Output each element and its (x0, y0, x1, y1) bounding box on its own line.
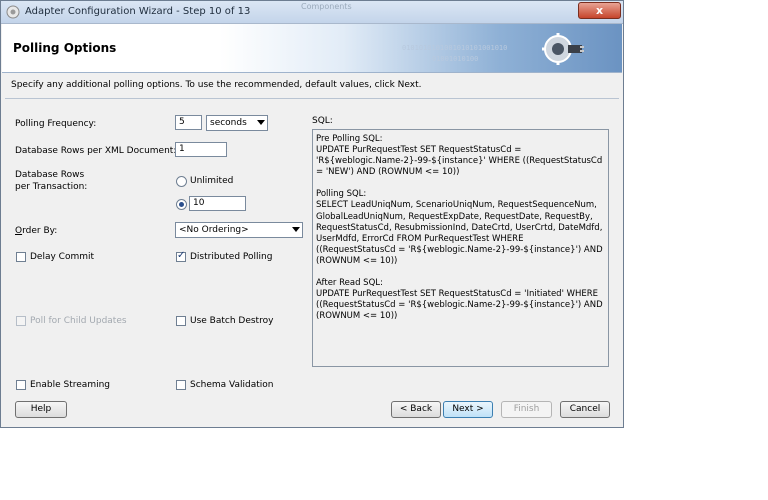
background-window-title: Components (301, 2, 352, 11)
polling-sql-body: SELECT LeadUniqNum, ScenarioUniqNum, Req… (316, 200, 603, 266)
pre-polling-sql-section: Pre Polling SQL: UPDATE PurRequestTest S… (316, 134, 605, 178)
after-read-sql-title: After Read SQL: (316, 278, 383, 289)
after-read-sql-body: UPDATE PurRequestTest SET RequestStatusC… (316, 289, 603, 322)
banner-binary-decoration-2: 01001010100 (432, 55, 479, 63)
gear-plug-icon (542, 33, 584, 65)
polling-frequency-label: Polling Frequency: (15, 119, 97, 129)
rows-per-transaction-input[interactable]: 10 (189, 196, 246, 211)
wizard-window: Adapter Configuration Wizard - Step 10 o… (0, 0, 624, 428)
rows-per-transaction-label-line2: per Transaction: (15, 182, 88, 192)
sql-label: SQL: (312, 116, 333, 126)
app-icon (6, 5, 20, 19)
polling-frequency-unit-value: seconds (210, 118, 247, 128)
instructions-text: Specify any additional polling options. … (11, 80, 422, 90)
use-batch-destroy-label[interactable]: Use Batch Destroy (190, 316, 273, 326)
pre-polling-sql-body: UPDATE PurRequestTest SET RequestStatusC… (316, 145, 603, 178)
chevron-down-icon (257, 120, 265, 125)
rows-per-xml-input[interactable]: 1 (175, 142, 227, 157)
polling-sql-section: Polling SQL: SELECT LeadUniqNum, Scenari… (316, 189, 605, 267)
polling-sql-title: Polling SQL: (316, 189, 367, 200)
header-banner: Polling Options 010101010100101010100101… (2, 24, 622, 73)
help-button[interactable]: Help (15, 401, 67, 418)
unlimited-radio-label[interactable]: Unlimited (190, 176, 233, 186)
title-bar[interactable]: Adapter Configuration Wizard - Step 10 o… (1, 1, 623, 24)
back-button[interactable]: < Back (391, 401, 441, 418)
unlimited-radio[interactable] (176, 176, 187, 187)
delay-commit-label[interactable]: Delay Commit (30, 252, 94, 262)
poll-child-updates-checkbox (16, 316, 26, 326)
distributed-polling-checkbox[interactable] (176, 250, 186, 262)
schema-validation-checkbox[interactable] (176, 380, 186, 390)
banner-binary-decoration: 0101010101001010101001010 (402, 44, 508, 52)
rows-value-radio[interactable] (176, 199, 187, 210)
after-read-sql-section: After Read SQL: UPDATE PurRequestTest SE… (316, 278, 605, 322)
sql-preview-textarea[interactable]: Pre Polling SQL: UPDATE PurRequestTest S… (312, 129, 609, 367)
next-button[interactable]: Next > (443, 401, 493, 418)
rows-per-xml-label: Database Rows per XML Document: (15, 146, 177, 156)
enable-streaming-label[interactable]: Enable Streaming (30, 380, 110, 390)
finish-button: Finish (501, 401, 552, 418)
distributed-polling-label[interactable]: Distributed Polling (190, 252, 272, 262)
chevron-down-icon (292, 227, 300, 232)
cancel-button[interactable]: Cancel (560, 401, 610, 418)
schema-validation-label[interactable]: Schema Validation (190, 380, 274, 390)
delay-commit-checkbox[interactable] (16, 252, 26, 262)
close-button[interactable]: x (578, 2, 621, 19)
close-icon: x (595, 4, 604, 17)
enable-streaming-checkbox[interactable] (16, 380, 26, 390)
polling-frequency-unit-select[interactable]: seconds (206, 115, 268, 131)
polling-frequency-input[interactable]: 5 (175, 115, 202, 130)
window-title: Adapter Configuration Wizard - Step 10 o… (25, 6, 251, 17)
order-by-value: <No Ordering> (179, 225, 249, 235)
order-by-label: Order By: (15, 226, 58, 236)
poll-child-updates-label: Poll for Child Updates (30, 316, 127, 326)
use-batch-destroy-checkbox[interactable] (176, 316, 186, 326)
rows-per-transaction-label-line1: Database Rows (15, 170, 85, 180)
pre-polling-sql-title: Pre Polling SQL: (316, 134, 383, 144)
page-title: Polling Options (13, 41, 117, 55)
order-by-select[interactable]: <No Ordering> (175, 222, 303, 238)
header-divider (5, 98, 619, 99)
